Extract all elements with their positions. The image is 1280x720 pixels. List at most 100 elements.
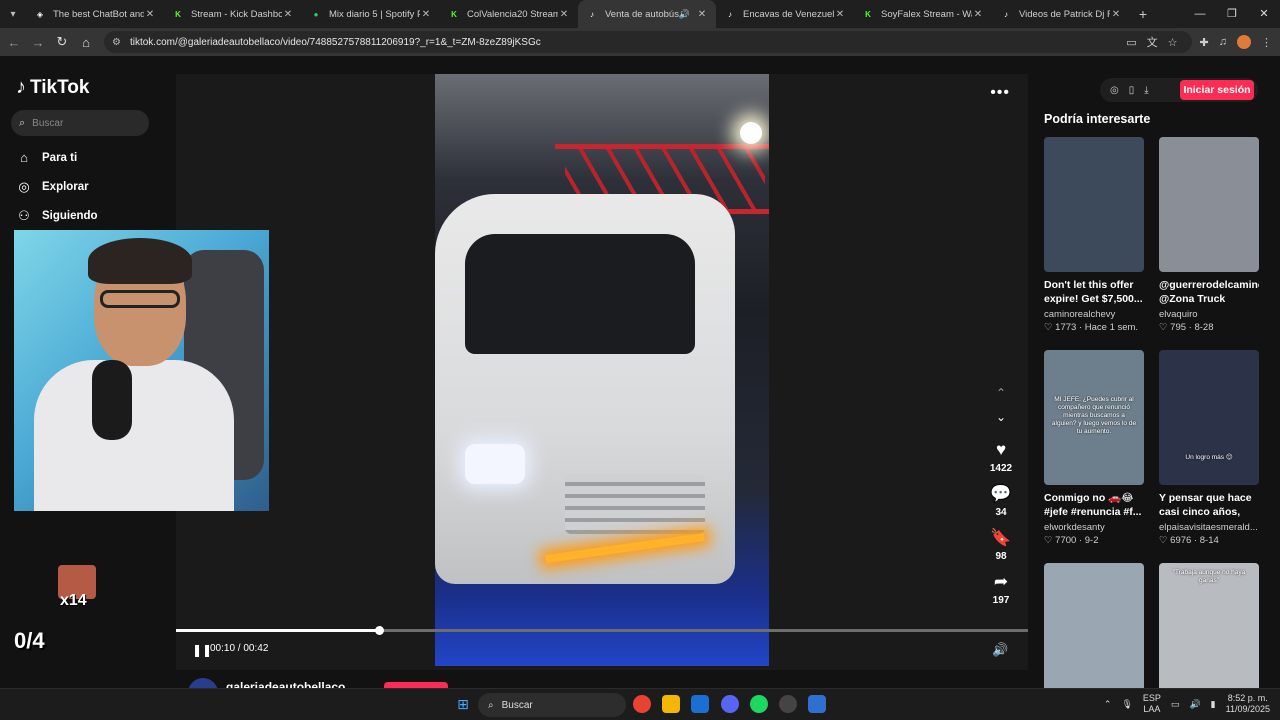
address-bar[interactable]: ⚙ tiktok.com/@galeriadeautobellaco/video… [104,31,1192,53]
chevron-up-icon[interactable]: ⌃ [1104,699,1112,710]
maximize-button[interactable]: ❐ [1216,0,1248,28]
close-tab-icon[interactable]: ✕ [420,9,432,20]
video-thumbnail[interactable]: "Trabaja aunque no haya ganas" [1159,563,1259,698]
video-thumbnail[interactable]: MI JEFE: ¿Puedes cubrir al compañero que… [1044,350,1144,485]
taskbar-search[interactable]: ⌕ Buscar [478,693,626,717]
volume-icon[interactable]: 🔊 [992,642,1008,658]
close-tab-icon[interactable]: ✕ [696,9,708,20]
browser-tab[interactable]: ◈ The best ChatBot and Wi✕ [26,0,164,28]
previous-video-icon[interactable]: ⌃ [992,386,1010,400]
back-button[interactable]: ← [2,35,26,50]
like-count: 1422 [989,463,1013,474]
next-video-icon[interactable]: ⌄ [992,410,1010,424]
tab-search-button[interactable]: ▾ [0,0,26,28]
close-tab-icon[interactable]: ✕ [282,9,294,20]
home-button[interactable]: ⌂ [74,35,98,50]
video-thumbnail[interactable] [1044,137,1144,272]
browser-tab[interactable]: ♪ Venta de autobús Che🔊 ✕ [578,0,716,28]
card-date: 9-2 [1084,535,1099,546]
volume-icon[interactable]: 🔊 [1189,699,1200,710]
battery-icon[interactable]: ▮ [1211,699,1216,710]
login-button[interactable]: Iniciar sesión [1180,80,1254,100]
share-icon: ➦ [993,572,1009,591]
progress-handle[interactable] [374,626,384,635]
clock[interactable]: 8:52 p. m. 11/09/2025 [1226,693,1270,715]
translate-icon[interactable]: 文 [1147,34,1158,50]
browser-tab[interactable]: K ColValencia20 Stream - W✕ [440,0,578,28]
browser-menu-icon[interactable]: ⋮ [1261,36,1272,49]
sidebar-item-siguiendo[interactable]: ⚇ Siguiendo [16,208,97,224]
card-author[interactable]: elpaisavisitaesmerald... [1159,522,1259,533]
video-thumbnail[interactable] [1159,137,1259,272]
close-tab-icon[interactable]: ✕ [972,9,984,20]
emote-count: x14 [60,592,87,609]
recommended-video-card[interactable] [1044,563,1144,698]
card-title[interactable]: Y pensar que hace casi cinco años, mi... [1159,491,1259,519]
reload-button[interactable]: ↻ [50,34,74,50]
card-title[interactable]: @guerrerodelcamino @Zona Truck Cagu... [1159,278,1259,306]
minimize-button[interactable]: — [1184,0,1216,28]
browser-tab[interactable]: ♪ Videos de Patrick Dj Rem✕ [992,0,1130,28]
like-button[interactable]: ♥ 1422 [982,440,1020,474]
comment-button[interactable]: 💬 34 [982,484,1020,518]
recommended-video-card[interactable]: MI JEFE: ¿Puedes cubrir al compañero que… [1044,350,1144,546]
recommended-video-card[interactable]: @guerrerodelcamino @Zona Truck Cagu... el… [1159,137,1259,333]
recommended-video-card[interactable]: "Trabaja aunque no haya ganas" [1159,563,1259,698]
new-tab-button[interactable]: + [1130,6,1156,22]
card-title[interactable]: Conmigo no 🚗😂 #jefe #renuncia #f... [1044,491,1144,519]
obs-icon[interactable] [779,695,797,713]
browser-tab[interactable]: ♪ Encavas de Venezuela: La✕ [716,0,854,28]
calculator-icon[interactable] [808,695,826,713]
recommended-video-card[interactable]: Don't let this offer expire! Get $7,500.… [1044,137,1144,333]
media-icon[interactable]: ♫ [1219,36,1227,48]
browser-tab[interactable]: ● Mix diario 5 | Spotify Play✕ [302,0,440,28]
browser-tab[interactable]: K SoyFalex Stream - Watch✕ [854,0,992,28]
close-tab-icon[interactable]: ✕ [834,9,846,20]
file-explorer-icon[interactable] [662,695,680,713]
card-author[interactable]: caminorealchevy [1044,309,1144,320]
forward-button[interactable]: → [26,35,50,50]
progress-bar[interactable] [176,626,1028,635]
sidebar-item-para-ti[interactable]: ⌂ Para ti [16,150,77,165]
network-icon[interactable]: ▭ [1171,699,1180,710]
phone-icon[interactable]: ▯ [1129,85,1135,96]
avatar[interactable] [188,678,218,688]
tab-audio-icon[interactable]: 🔊 [679,9,690,20]
windows-start-icon[interactable]: ⊞ [454,695,472,713]
share-button[interactable]: ➦ 197 [982,572,1020,606]
video-player[interactable]: ••• ⌃ ⌄ ♥ 1422 💬 34 🔖 98 ➦ 197 ❚❚ 00:10 … [176,74,1028,670]
site-info-icon[interactable]: ⚙ [112,37,121,48]
spotify-icon[interactable] [750,695,768,713]
card-author[interactable]: elworkdesanty [1044,522,1144,533]
bookmark-icon: 🔖 [990,528,1012,547]
language-indicator[interactable]: ESP LAA [1143,693,1161,715]
card-author[interactable]: elvaquiro [1159,309,1259,320]
microphone-icon[interactable]: 🎙 [1121,699,1132,710]
close-window-button[interactable]: ✕ [1248,0,1280,28]
search-input[interactable]: ⌕ Buscar [11,110,149,136]
bookmark-star-icon[interactable]: ☆ [1168,36,1178,49]
chrome-icon[interactable] [633,695,651,713]
tiktok-logo[interactable]: ♪ TikTok [16,76,89,99]
extensions-icon[interactable]: ✚ [1200,36,1209,49]
profile-avatar[interactable] [1237,35,1251,49]
card-title[interactable]: Don't let this offer expire! Get $7,500.… [1044,278,1144,306]
close-tab-icon[interactable]: ✕ [558,9,570,20]
store-icon[interactable] [691,695,709,713]
video-thumbnail[interactable]: Un logro más 😌 [1159,350,1259,485]
video-frame[interactable] [435,74,769,666]
discord-icon[interactable] [721,695,739,713]
recommended-video-card[interactable]: Un logro más 😌 Y pensar que hace casi cin… [1159,350,1259,546]
download-icon[interactable]: ⤓ [1144,85,1148,96]
webcam-overlay [14,230,269,511]
browser-tab[interactable]: K Stream - Kick Dashboard✕ [164,0,302,28]
author-name[interactable]: galeriadeautobellaco [226,680,345,688]
more-options-icon[interactable]: ••• [990,84,1010,102]
close-tab-icon[interactable]: ✕ [144,9,156,20]
cast-icon[interactable]: ▭ [1126,36,1136,49]
save-button[interactable]: 🔖 98 [982,528,1020,562]
compass-icon[interactable]: ◎ [1110,85,1119,96]
video-thumbnail[interactable] [1044,563,1144,698]
sidebar-item-explorar[interactable]: ◎ Explorar [16,179,88,195]
close-tab-icon[interactable]: ✕ [1110,9,1122,20]
